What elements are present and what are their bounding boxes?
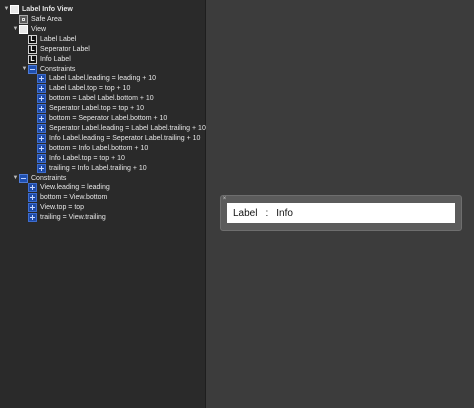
outline-row[interactable]: L Label Label bbox=[21, 34, 76, 44]
outline-item-label: Label Label bbox=[40, 35, 77, 43]
outline-item-label: Label Label.top = top + 10 bbox=[49, 84, 131, 92]
outline-item-label: Label Info View bbox=[22, 5, 73, 13]
outline-item-label: Info Label bbox=[40, 55, 71, 63]
constraint-icon bbox=[28, 192, 37, 202]
outline-row[interactable]: Seperator Label.leading = Label Label.tr… bbox=[30, 123, 206, 133]
outline-row[interactable]: bottom = View.bottom bbox=[21, 192, 107, 202]
constraint-icon bbox=[37, 93, 46, 103]
view-icon bbox=[10, 4, 19, 14]
disclosure-triangle-icon[interactable]: ▼ bbox=[21, 66, 28, 72]
constraint-icon bbox=[37, 103, 46, 113]
outline-item-label: Seperator Label bbox=[40, 45, 90, 53]
outline-item-label: Label Label.leading = leading + 10 bbox=[49, 74, 157, 82]
outline-row[interactable]: Seperator Label.top = top + 10 bbox=[30, 103, 144, 113]
document-outline: ▼ Label Info View Safe Area ▼ View L Label Lab… bbox=[0, 0, 206, 408]
outline-item-label: View.top = top bbox=[40, 203, 85, 211]
outline-row[interactable]: View.top = top bbox=[21, 202, 84, 212]
outline-row[interactable]: Info Label.leading = Seperator Label.tra… bbox=[30, 133, 200, 143]
label-icon: L bbox=[28, 34, 37, 44]
outline-item-label: trailing = View.trailing bbox=[40, 213, 106, 221]
label-label: Label bbox=[233, 207, 258, 219]
outline-row[interactable]: bottom = Info Label.bottom + 10 bbox=[30, 143, 148, 153]
outline-item-label: Seperator Label.leading = Label Label.tr… bbox=[49, 124, 206, 132]
canvas-scene-frame[interactable]: × Label : Info bbox=[220, 195, 462, 231]
label-icon: L bbox=[28, 54, 37, 64]
constraint-icon bbox=[37, 113, 46, 123]
info-label: Info bbox=[276, 207, 293, 219]
outline-row[interactable]: ▼ Label Info View bbox=[3, 4, 73, 14]
outline-row[interactable]: L Info Label bbox=[21, 54, 71, 64]
outline-item-label: Seperator Label.top = top + 10 bbox=[49, 104, 144, 112]
outline-item-label: bottom = View.bottom bbox=[40, 193, 108, 201]
constraint-icon bbox=[28, 202, 37, 212]
view-icon bbox=[19, 24, 28, 34]
outline-row[interactable]: Label Label.leading = leading + 10 bbox=[30, 73, 156, 83]
outline-item-label: trailing = Info Label.trailing + 10 bbox=[49, 164, 147, 172]
constraint-icon bbox=[28, 182, 37, 192]
constraint-icon bbox=[37, 83, 46, 93]
disclosure-triangle-icon[interactable]: ▼ bbox=[3, 6, 10, 12]
outline-row[interactable]: bottom = Seperator Label.bottom + 10 bbox=[30, 113, 167, 123]
constraint-icon bbox=[37, 123, 46, 133]
outline-row[interactable]: L Seperator Label bbox=[21, 44, 90, 54]
outline-item-label: Constraints bbox=[40, 65, 76, 73]
outline-row[interactable]: Safe Area bbox=[12, 14, 62, 24]
outline-row[interactable]: bottom = Label Label.bottom + 10 bbox=[30, 93, 154, 103]
label-info-view-preview[interactable]: Label : Info bbox=[227, 203, 455, 223]
label-icon: L bbox=[28, 44, 37, 54]
outline-item-label: Safe Area bbox=[31, 15, 62, 23]
outline-row[interactable]: trailing = Info Label.trailing + 10 bbox=[30, 163, 147, 173]
constraint-icon bbox=[37, 153, 46, 163]
outline-item-label: bottom = Seperator Label.bottom + 10 bbox=[49, 114, 168, 122]
outline-row[interactable]: Info Label.top = top + 10 bbox=[30, 153, 125, 163]
outline-row[interactable]: Label Label.top = top + 10 bbox=[30, 83, 130, 93]
safe-area-icon bbox=[19, 14, 28, 24]
constraint-icon bbox=[37, 73, 46, 83]
constraint-icon bbox=[28, 212, 37, 222]
disclosure-triangle-icon[interactable]: ▼ bbox=[12, 26, 19, 32]
constraint-icon bbox=[37, 133, 46, 143]
disclosure-triangle-icon[interactable]: ▼ bbox=[12, 175, 19, 181]
outline-item-label: Info Label.leading = Seperator Label.tra… bbox=[49, 134, 201, 142]
seperator-label: : bbox=[265, 207, 269, 219]
outline-item-label: Info Label.top = top + 10 bbox=[49, 154, 125, 162]
outline-item-label: Constraints bbox=[31, 174, 67, 182]
outline-item-label: bottom = Info Label.bottom + 10 bbox=[49, 144, 149, 152]
outline-row[interactable]: trailing = View.trailing bbox=[21, 212, 106, 222]
close-icon[interactable]: × bbox=[222, 196, 227, 202]
outline-item-label: View bbox=[31, 25, 47, 33]
constraint-icon bbox=[37, 143, 46, 153]
outline-row[interactable]: View.leading = leading bbox=[21, 182, 110, 192]
outline-item-label: bottom = Label Label.bottom + 10 bbox=[49, 94, 154, 102]
outline-row[interactable]: ▼ View bbox=[12, 24, 46, 34]
outline-item-label: View.leading = leading bbox=[40, 183, 110, 191]
constraint-icon bbox=[37, 163, 46, 173]
